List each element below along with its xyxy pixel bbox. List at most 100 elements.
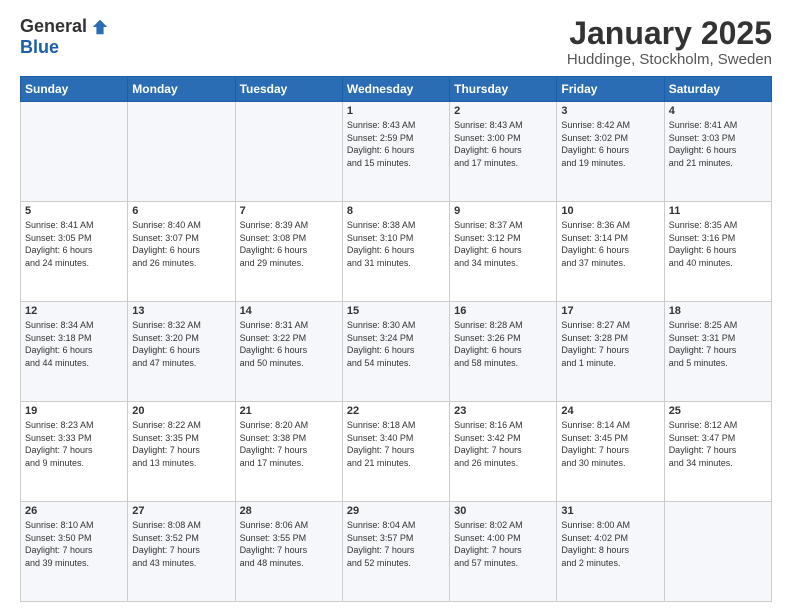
- week-row-4: 19Sunrise: 8:23 AM Sunset: 3:33 PM Dayli…: [21, 402, 772, 502]
- day-number: 16: [454, 305, 552, 317]
- table-cell: 1 Sunrise: 8:43 AM Sunset: 2:59 PM Daylig…: [342, 102, 449, 202]
- header: General Blue January 2025 Huddinge, Stoc…: [20, 16, 772, 68]
- day-number: 18: [669, 305, 767, 317]
- table-cell: 24 Sunrise: 8:14 AM Sunset: 3:45 PM Dayli…: [557, 402, 664, 502]
- day-number: 1: [347, 105, 445, 117]
- table-cell: 27 Sunrise: 8:08 AM Sunset: 3:52 PM Dayli…: [128, 502, 235, 602]
- calendar-table: Sunday Monday Tuesday Wednesday Thursday…: [20, 76, 772, 602]
- day-number: 9: [454, 205, 552, 217]
- day-number: 21: [240, 405, 338, 417]
- day-number: 19: [25, 405, 123, 417]
- day-number: 27: [132, 505, 230, 517]
- table-cell: [128, 102, 235, 202]
- day-number: 20: [132, 405, 230, 417]
- day-number: 6: [132, 205, 230, 217]
- page: General Blue January 2025 Huddinge, Stoc…: [0, 0, 792, 612]
- day-info: Sunrise: 8:31 AM Sunset: 3:22 PM Dayligh…: [240, 319, 338, 369]
- week-row-1: 1 Sunrise: 8:43 AM Sunset: 2:59 PM Daylig…: [21, 102, 772, 202]
- table-cell: 8Sunrise: 8:38 AM Sunset: 3:10 PM Daylig…: [342, 202, 449, 302]
- day-number: 11: [669, 205, 767, 217]
- logo-blue-text: Blue: [20, 37, 59, 58]
- day-info: Sunrise: 8:10 AM Sunset: 3:50 PM Dayligh…: [25, 519, 123, 569]
- logo-icon: [91, 18, 109, 36]
- table-cell: 11 Sunrise: 8:35 AM Sunset: 3:16 PM Dayli…: [664, 202, 771, 302]
- week-row-5: 26 Sunrise: 8:10 AM Sunset: 3:50 PM Dayli…: [21, 502, 772, 602]
- day-info: Sunrise: 8:14 AM Sunset: 3:45 PM Dayligh…: [561, 419, 659, 469]
- day-number: 31: [561, 505, 659, 517]
- table-cell: 6 Sunrise: 8:40 AM Sunset: 3:07 PM Daylig…: [128, 202, 235, 302]
- table-cell: 7Sunrise: 8:39 AM Sunset: 3:08 PM Daylig…: [235, 202, 342, 302]
- table-cell: [21, 102, 128, 202]
- day-number: 4: [669, 105, 767, 117]
- table-cell: 31 Sunrise: 8:00 AM Sunset: 4:02 PM Dayli…: [557, 502, 664, 602]
- day-number: 26: [25, 505, 123, 517]
- day-number: 24: [561, 405, 659, 417]
- day-info: Sunrise: 8:02 AM Sunset: 4:00 PM Dayligh…: [454, 519, 552, 569]
- day-number: 17: [561, 305, 659, 317]
- day-info: Sunrise: 8:04 AM Sunset: 3:57 PM Dayligh…: [347, 519, 445, 569]
- weekday-header-row: Sunday Monday Tuesday Wednesday Thursday…: [21, 77, 772, 102]
- table-cell: 20 Sunrise: 8:22 AM Sunset: 3:35 PM Dayli…: [128, 402, 235, 502]
- table-cell: 25 Sunrise: 8:12 AM Sunset: 3:47 PM Dayli…: [664, 402, 771, 502]
- table-cell: 13Sunrise: 8:32 AM Sunset: 3:20 PM Dayli…: [128, 302, 235, 402]
- day-number: 30: [454, 505, 552, 517]
- day-info: Sunrise: 8:00 AM Sunset: 4:02 PM Dayligh…: [561, 519, 659, 569]
- day-info: Sunrise: 8:35 AM Sunset: 3:16 PM Dayligh…: [669, 219, 767, 269]
- day-number: 29: [347, 505, 445, 517]
- table-cell: 18Sunrise: 8:25 AM Sunset: 3:31 PM Dayli…: [664, 302, 771, 402]
- day-number: 10: [561, 205, 659, 217]
- week-row-2: 5 Sunrise: 8:41 AM Sunset: 3:05 PM Daylig…: [21, 202, 772, 302]
- table-cell: 17 Sunrise: 8:27 AM Sunset: 3:28 PM Dayli…: [557, 302, 664, 402]
- day-number: 15: [347, 305, 445, 317]
- day-number: 14: [240, 305, 338, 317]
- day-info: Sunrise: 8:40 AM Sunset: 3:07 PM Dayligh…: [132, 219, 230, 269]
- table-cell: 15 Sunrise: 8:30 AM Sunset: 3:24 PM Dayli…: [342, 302, 449, 402]
- day-number: 2: [454, 105, 552, 117]
- location-title: Huddinge, Stockholm, Sweden: [567, 51, 772, 68]
- logo: General Blue: [20, 16, 109, 58]
- logo-general-text: General: [20, 16, 87, 37]
- day-info: Sunrise: 8:32 AM Sunset: 3:20 PM Dayligh…: [132, 319, 230, 369]
- table-cell: 16 Sunrise: 8:28 AM Sunset: 3:26 PM Dayli…: [450, 302, 557, 402]
- table-cell: 4 Sunrise: 8:41 AM Sunset: 3:03 PM Daylig…: [664, 102, 771, 202]
- table-cell: 30 Sunrise: 8:02 AM Sunset: 4:00 PM Dayli…: [450, 502, 557, 602]
- header-monday: Monday: [128, 77, 235, 102]
- table-cell: 21 Sunrise: 8:20 AM Sunset: 3:38 PM Dayli…: [235, 402, 342, 502]
- day-number: 23: [454, 405, 552, 417]
- day-info: Sunrise: 8:28 AM Sunset: 3:26 PM Dayligh…: [454, 319, 552, 369]
- day-info: Sunrise: 8:20 AM Sunset: 3:38 PM Dayligh…: [240, 419, 338, 469]
- header-sunday: Sunday: [21, 77, 128, 102]
- table-cell: 29 Sunrise: 8:04 AM Sunset: 3:57 PM Dayli…: [342, 502, 449, 602]
- day-info: Sunrise: 8:42 AM Sunset: 3:02 PM Dayligh…: [561, 119, 659, 169]
- day-number: 8: [347, 205, 445, 217]
- day-info: Sunrise: 8:43 AM Sunset: 2:59 PM Dayligh…: [347, 119, 445, 169]
- table-cell: 10Sunrise: 8:36 AM Sunset: 3:14 PM Dayli…: [557, 202, 664, 302]
- day-info: Sunrise: 8:22 AM Sunset: 3:35 PM Dayligh…: [132, 419, 230, 469]
- header-right: January 2025 Huddinge, Stockholm, Sweden: [567, 16, 772, 68]
- table-cell: [664, 502, 771, 602]
- table-cell: 3Sunrise: 8:42 AM Sunset: 3:02 PM Daylig…: [557, 102, 664, 202]
- day-info: Sunrise: 8:06 AM Sunset: 3:55 PM Dayligh…: [240, 519, 338, 569]
- month-title: January 2025: [567, 16, 772, 51]
- week-row-3: 12Sunrise: 8:34 AM Sunset: 3:18 PM Dayli…: [21, 302, 772, 402]
- day-number: 22: [347, 405, 445, 417]
- day-info: Sunrise: 8:18 AM Sunset: 3:40 PM Dayligh…: [347, 419, 445, 469]
- day-info: Sunrise: 8:27 AM Sunset: 3:28 PM Dayligh…: [561, 319, 659, 369]
- day-info: Sunrise: 8:37 AM Sunset: 3:12 PM Dayligh…: [454, 219, 552, 269]
- day-number: 5: [25, 205, 123, 217]
- table-cell: 5 Sunrise: 8:41 AM Sunset: 3:05 PM Daylig…: [21, 202, 128, 302]
- day-info: Sunrise: 8:43 AM Sunset: 3:00 PM Dayligh…: [454, 119, 552, 169]
- header-saturday: Saturday: [664, 77, 771, 102]
- day-number: 28: [240, 505, 338, 517]
- day-info: Sunrise: 8:12 AM Sunset: 3:47 PM Dayligh…: [669, 419, 767, 469]
- day-info: Sunrise: 8:41 AM Sunset: 3:03 PM Dayligh…: [669, 119, 767, 169]
- table-cell: 14 Sunrise: 8:31 AM Sunset: 3:22 PM Dayli…: [235, 302, 342, 402]
- table-cell: 12Sunrise: 8:34 AM Sunset: 3:18 PM Dayli…: [21, 302, 128, 402]
- day-number: 7: [240, 205, 338, 217]
- header-friday: Friday: [557, 77, 664, 102]
- day-info: Sunrise: 8:41 AM Sunset: 3:05 PM Dayligh…: [25, 219, 123, 269]
- day-info: Sunrise: 8:08 AM Sunset: 3:52 PM Dayligh…: [132, 519, 230, 569]
- day-info: Sunrise: 8:30 AM Sunset: 3:24 PM Dayligh…: [347, 319, 445, 369]
- header-tuesday: Tuesday: [235, 77, 342, 102]
- day-number: 25: [669, 405, 767, 417]
